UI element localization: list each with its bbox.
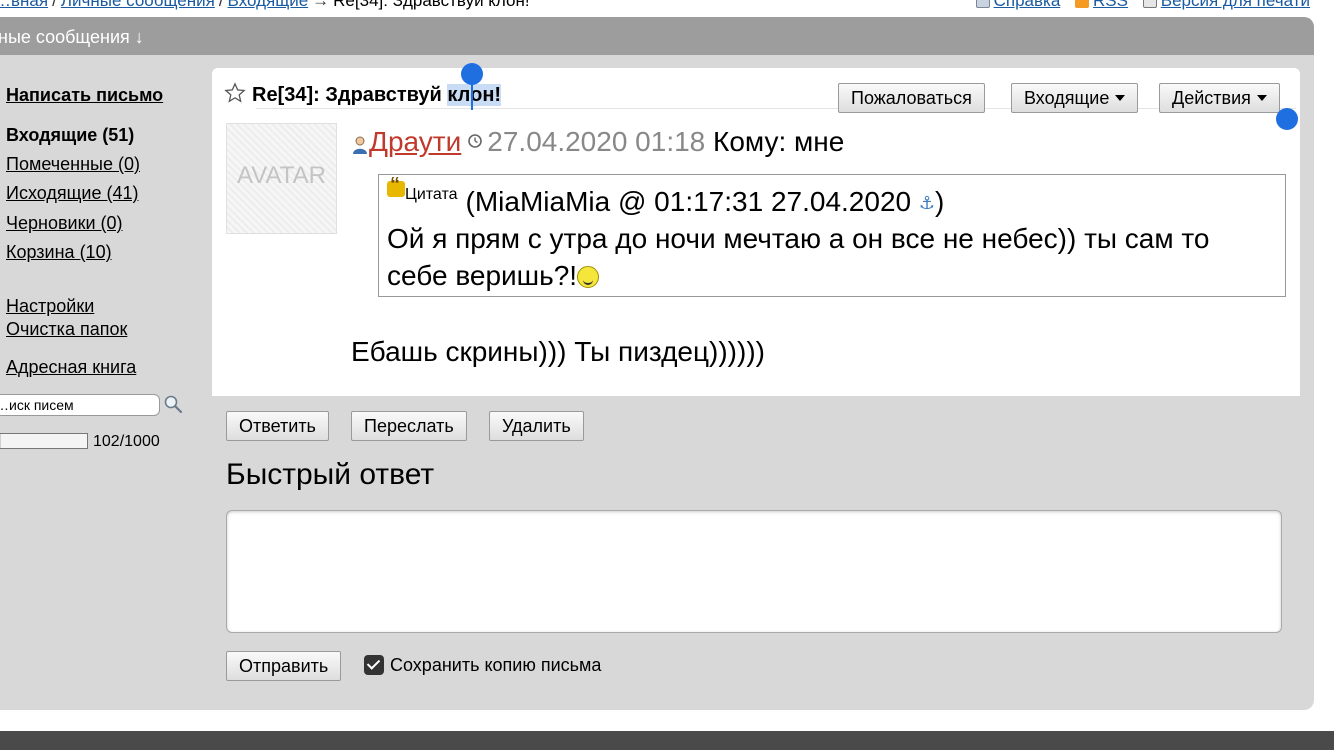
- message-panel: Re[34]: Здравствуй клон! Пожаловаться Вх…: [212, 68, 1300, 696]
- chevron-down-icon: [1256, 95, 1267, 101]
- compose-link[interactable]: Написать письмо: [6, 85, 163, 106]
- actions-dropdown-button[interactable]: Действия: [1159, 83, 1280, 113]
- quick-reply-title: Быстрый ответ: [226, 458, 435, 491]
- breadcrumb-inbox[interactable]: Входящие: [228, 0, 309, 10]
- breadcrumb: …вная/Личные сообщения/Входящие→Re[34]: …: [0, 0, 530, 11]
- reply-button[interactable]: Ответить: [226, 411, 329, 441]
- author-link[interactable]: Драути: [369, 126, 461, 157]
- settings-link[interactable]: Настройки: [6, 296, 94, 317]
- actions-dropdown-label: Действия: [1172, 88, 1251, 108]
- search-icon[interactable]: [163, 394, 183, 414]
- sidebar-item-flagged[interactable]: Помеченные (0): [6, 154, 140, 175]
- search-input[interactable]: …иск писем: [0, 394, 160, 416]
- quote-text: Ой я прям с утра до ночи мечтаю а он все…: [387, 220, 1267, 294]
- subject-selected-text: клон!: [447, 84, 502, 106]
- quote-source: (MiaMiaMia @ 01:17:31 27.04.2020: [465, 186, 912, 217]
- subject-text: Re[34]: Здравствуй: [252, 84, 448, 106]
- print-icon: [1142, 0, 1157, 8]
- address-book-link[interactable]: Адресная книга: [6, 357, 136, 378]
- clean-folders-link[interactable]: Очистка папок: [6, 319, 127, 340]
- help-icon: [975, 0, 990, 8]
- breadcrumb-messages[interactable]: Личные сообщения: [61, 0, 215, 10]
- delete-button[interactable]: Удалить: [489, 411, 584, 441]
- message-view: Re[34]: Здравствуй клон! Пожаловаться Вх…: [212, 68, 1300, 396]
- forward-button[interactable]: Переслать: [351, 411, 467, 441]
- quota-bar: [0, 433, 88, 449]
- sidebar-item-sent[interactable]: Исходящие (41): [6, 183, 139, 204]
- inbox-dropdown-label: Входящие: [1024, 88, 1110, 108]
- message-meta: Драути 27.04.2020 01:18 Кому: мне: [351, 126, 844, 158]
- message-date: 27.04.2020 01:18: [487, 126, 706, 157]
- quota-bar-fill: [0, 434, 1, 448]
- chevron-down-icon: [1115, 95, 1126, 101]
- report-button[interactable]: Пожаловаться: [838, 83, 985, 113]
- breadcrumb-home[interactable]: …вная: [0, 0, 48, 10]
- smiley-icon: [577, 266, 600, 288]
- breadcrumb-arrow-icon: →: [312, 0, 330, 10]
- avatar[interactable]: AVATAR: [226, 123, 337, 234]
- selection-end-handle[interactable]: [1276, 108, 1298, 130]
- anchor-icon[interactable]: ⚓: [919, 193, 935, 213]
- sidebar-item-drafts[interactable]: Черновики (0): [6, 213, 123, 234]
- top-links: Справка RSS Версия для печати: [966, 0, 1310, 11]
- quote-source-close: ): [935, 186, 945, 217]
- sidebar-item-inbox[interactable]: Входящие (51): [6, 125, 134, 146]
- rss-link[interactable]: RSS: [1093, 0, 1128, 10]
- message-body: Ебашь скрины))) Ты пиздец)))))): [351, 336, 765, 367]
- quote-block: Цитата (MiaMiaMia @ 01:17:31 27.04.2020 ⚓…: [378, 174, 1286, 297]
- message-recipient: Кому: мне: [713, 126, 845, 157]
- quick-reply-textarea[interactable]: [226, 510, 1282, 633]
- top-bar: …вная/Личные сообщения/Входящие→Re[34]: …: [0, 0, 1334, 11]
- message-subject: Re[34]: Здравствуй клон!: [224, 82, 502, 107]
- help-link[interactable]: Справка: [994, 0, 1061, 10]
- quota-label: 102/1000: [93, 433, 160, 450]
- rss-icon: [1075, 0, 1090, 8]
- quote-icon: [387, 174, 405, 197]
- star-icon[interactable]: [224, 82, 246, 104]
- user-icon: [353, 136, 367, 154]
- quote-label: Цитата: [405, 186, 458, 203]
- quote-text-content: Ой я прям с утра до ночи мечтаю а он все…: [387, 223, 1210, 291]
- section-header-title: …ные сообщения ↓: [0, 27, 144, 47]
- footer: [0, 731, 1334, 750]
- sidebar-item-trash[interactable]: Корзина (10): [6, 242, 112, 263]
- send-button[interactable]: Отправить: [226, 651, 342, 681]
- inbox-dropdown-button[interactable]: Входящие: [1011, 83, 1139, 113]
- save-copy-checkbox[interactable]: [364, 655, 384, 675]
- breadcrumb-current: Re[34]: Здравствуй клон!: [333, 0, 530, 10]
- section-header[interactable]: …ные сообщения ↓: [0, 17, 1314, 55]
- clock-icon: [468, 134, 483, 148]
- quote-header: Цитата (MiaMiaMia @ 01:17:31 27.04.2020 ⚓…: [387, 174, 945, 218]
- save-copy-option[interactable]: Сохранить копию письма: [364, 655, 601, 676]
- print-version-link[interactable]: Версия для печати: [1161, 0, 1310, 10]
- subject-divider: [256, 108, 1296, 109]
- selection-start-caret: [471, 80, 473, 110]
- save-copy-label: Сохранить копию письма: [390, 655, 602, 675]
